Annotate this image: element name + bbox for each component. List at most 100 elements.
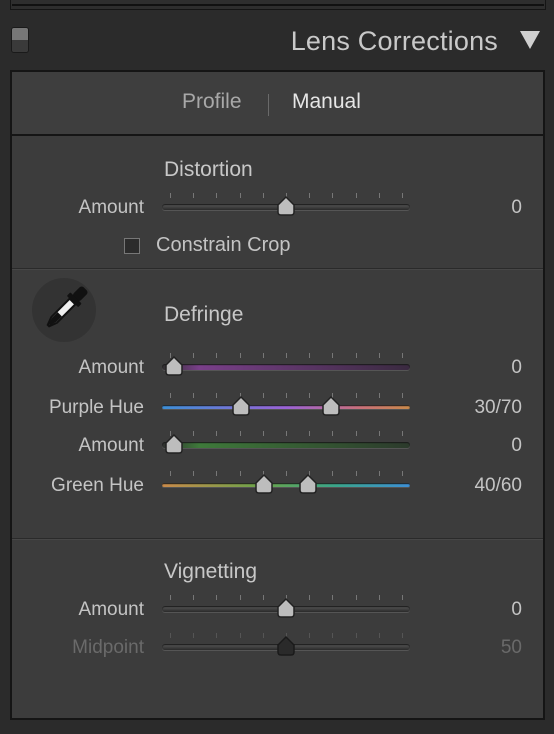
distortion-title: Distortion (164, 158, 253, 181)
slider-tick (332, 633, 333, 638)
tab-profile[interactable]: Profile (182, 90, 242, 114)
purple-hue-label: Purple Hue (48, 397, 144, 418)
slider-tick (379, 595, 380, 600)
purple-amount-slider[interactable] (162, 353, 410, 383)
slider-thumb[interactable] (230, 396, 252, 416)
slider-tick (379, 193, 380, 198)
slider-tick (286, 393, 287, 398)
defringe-title: Defringe (164, 303, 244, 326)
green-amount-slider[interactable] (162, 431, 410, 461)
slider-tick (263, 193, 264, 198)
slider-thumb[interactable] (275, 598, 297, 618)
slider-tick (356, 471, 357, 476)
vignetting-amount-value[interactable]: 0 (402, 599, 522, 621)
previous-panel-edge (10, 0, 546, 10)
slider-tick (356, 353, 357, 358)
slider-tick (170, 633, 171, 638)
panel-toggle-switch[interactable] (12, 28, 28, 52)
purple-amount-value[interactable]: 0 (402, 357, 522, 379)
slider-tick (240, 595, 241, 600)
slider-tick (263, 595, 264, 600)
tab-separator (268, 94, 269, 116)
slider-tick (216, 431, 217, 436)
slider-tick (332, 595, 333, 600)
constrain-crop-checkbox[interactable] (124, 238, 140, 254)
slider-tick (332, 431, 333, 436)
slider-track (162, 442, 410, 448)
tab-bar: Profile Manual (12, 72, 543, 136)
slider-tick (379, 633, 380, 638)
slider-tick (240, 353, 241, 358)
slider-tick (286, 353, 287, 358)
slider-tick (356, 393, 357, 398)
vignetting-amount-slider[interactable] (162, 595, 410, 625)
slider-tick (170, 193, 171, 198)
vignetting-midpoint-label: Midpoint (72, 637, 144, 658)
slider-tick (356, 633, 357, 638)
lens-corrections-panel: Profile Manual Distortion Amount 0 Const… (10, 70, 545, 720)
slider-thumb[interactable] (297, 474, 319, 494)
vignetting-midpoint-slider (162, 633, 410, 663)
panel-header[interactable]: Lens Corrections (0, 14, 554, 70)
slider-tick (216, 193, 217, 198)
purple-hue-slider[interactable] (162, 393, 410, 423)
slider-tick (240, 193, 241, 198)
tab-manual[interactable]: Manual (292, 90, 361, 114)
slider-tick (193, 595, 194, 600)
slider-tick (216, 595, 217, 600)
distortion-amount-label: Amount (78, 197, 144, 218)
green-hue-label: Green Hue (51, 475, 144, 496)
section-divider (12, 268, 543, 270)
vignetting-midpoint-value: 50 (500, 637, 522, 658)
eyedropper-icon (46, 286, 88, 328)
green-hue-value[interactable]: 40/60 (402, 475, 522, 497)
green-amount-label: Amount (78, 435, 144, 456)
slider-track (162, 483, 410, 487)
purple-hue-value[interactable]: 30/70 (402, 397, 522, 419)
slider-tick (193, 353, 194, 358)
green-amount-value[interactable]: 0 (402, 435, 522, 457)
slider-track (162, 364, 410, 370)
slider-tick (193, 393, 194, 398)
slider-thumb[interactable] (163, 356, 185, 376)
slider-tick (309, 353, 310, 358)
eyedropper-icon-button[interactable] (32, 278, 96, 342)
slider-tick (216, 471, 217, 476)
slider-tick (240, 633, 241, 638)
slider-thumb[interactable] (275, 636, 297, 656)
distortion-amount-slider[interactable] (162, 193, 410, 223)
slider-thumb[interactable] (275, 196, 297, 216)
slider-tick (332, 471, 333, 476)
slider-tick (356, 193, 357, 198)
slider-tick (309, 595, 310, 600)
slider-tick (216, 393, 217, 398)
slider-tick (170, 595, 171, 600)
green-hue-slider[interactable] (162, 471, 410, 501)
slider-tick (263, 353, 264, 358)
slider-thumb[interactable] (320, 396, 342, 416)
slider-tick (263, 431, 264, 436)
slider-thumb[interactable] (253, 474, 275, 494)
slider-thumb[interactable] (163, 434, 185, 454)
slider-tick (216, 633, 217, 638)
slider-tick (193, 633, 194, 638)
slider-tick (356, 431, 357, 436)
slider-tick (170, 393, 171, 398)
slider-tick (286, 431, 287, 436)
slider-tick (193, 471, 194, 476)
slider-tick (332, 193, 333, 198)
distortion-amount-value[interactable]: 0 (402, 197, 522, 219)
slider-tick (356, 595, 357, 600)
slider-tick (240, 431, 241, 436)
collapse-triangle-icon[interactable] (520, 31, 540, 49)
slider-tick (309, 393, 310, 398)
slider-track (162, 405, 410, 409)
slider-tick (309, 193, 310, 198)
section-divider (12, 538, 543, 540)
slider-tick (240, 471, 241, 476)
slider-tick (263, 633, 264, 638)
constrain-crop-label[interactable]: Constrain Crop (156, 234, 291, 257)
slider-tick (309, 633, 310, 638)
slider-tick (379, 431, 380, 436)
slider-tick (286, 471, 287, 476)
